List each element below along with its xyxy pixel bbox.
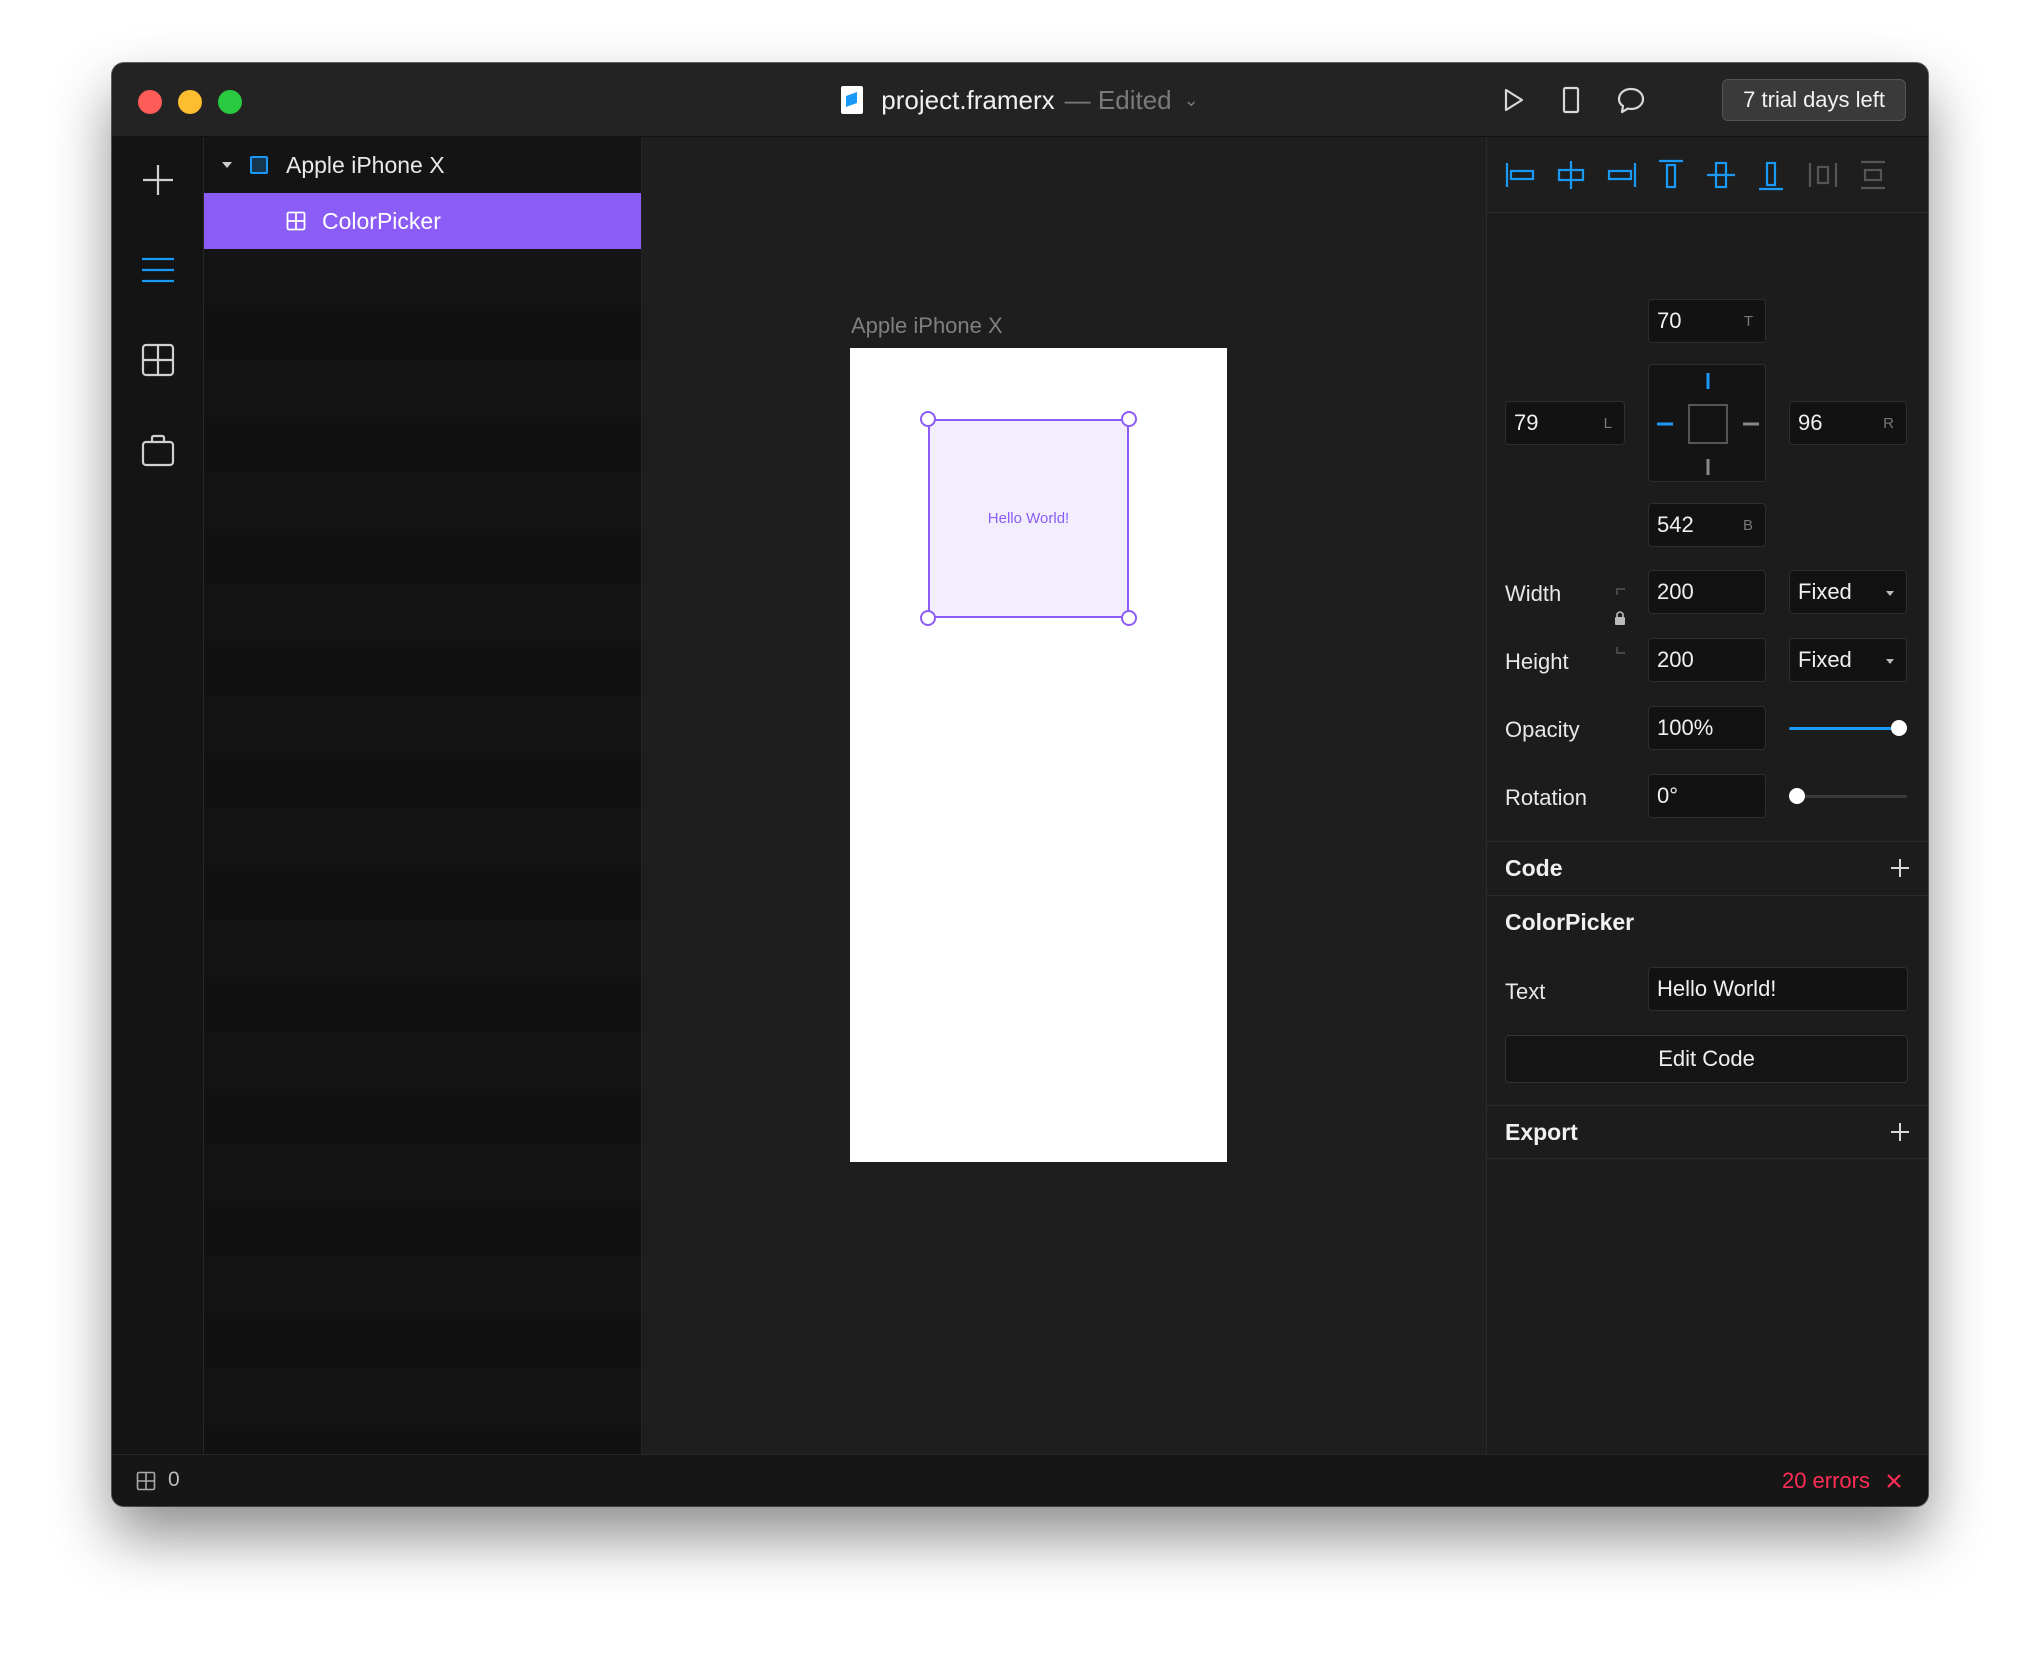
title-bar: project.framerx — Edited ⌄ 7 trial days …: [112, 63, 1928, 137]
component-section-title: ColorPicker: [1505, 909, 1635, 935]
resize-handle-bottom-left[interactable]: [920, 610, 936, 626]
right-field[interactable]: 96 R: [1789, 401, 1907, 445]
artboard-label[interactable]: Apple iPhone X: [851, 313, 1003, 339]
align-top-icon[interactable]: [1653, 157, 1689, 193]
artboard-iphone-x[interactable]: Hello World!: [850, 348, 1227, 1162]
top-field[interactable]: 70 T: [1648, 299, 1766, 343]
width-mode-select[interactable]: Fixed: [1789, 570, 1907, 614]
width-mode-value: Fixed: [1798, 579, 1852, 604]
file-name: project.framerx: [881, 84, 1055, 115]
chevron-down-icon: [1886, 659, 1894, 664]
layer-label: ColorPicker: [322, 207, 441, 234]
right-value: 96: [1798, 410, 1823, 435]
alignment-toolbar: [1487, 137, 1928, 213]
window-title[interactable]: project.framerx — Edited ⌄: [112, 63, 1928, 137]
code-section-header[interactable]: Code: [1487, 841, 1928, 895]
text-prop-value: Hello World!: [1657, 976, 1777, 1001]
component-text: Hello World!: [987, 510, 1070, 527]
resize-handle-top-right[interactable]: [1121, 411, 1137, 427]
top-suffix: T: [1743, 312, 1753, 330]
component-count: 0: [168, 1468, 180, 1491]
right-suffix: R: [1883, 414, 1894, 432]
code-section-title: Code: [1505, 855, 1563, 881]
trial-days-button[interactable]: 7 trial days left: [1722, 79, 1906, 121]
constraints-pins-icon[interactable]: [1649, 365, 1767, 483]
error-count[interactable]: 20 errors: [1782, 1468, 1870, 1494]
component-section-header: ColorPicker: [1487, 895, 1928, 949]
rotation-label: Rotation: [1505, 785, 1587, 810]
component-grid-icon: [136, 1471, 156, 1491]
rotation-slider-track: [1789, 795, 1907, 798]
rotation-field[interactable]: 0°: [1648, 774, 1766, 818]
components-icon[interactable]: [139, 341, 177, 379]
bottom-value: 542: [1657, 512, 1694, 537]
distribute-horizontal-icon[interactable]: [1805, 157, 1841, 193]
align-middle-vertical-icon[interactable]: [1703, 157, 1739, 193]
aspect-lock-icon[interactable]: [1613, 587, 1627, 655]
store-icon[interactable]: [139, 431, 177, 469]
document-icon: [841, 86, 864, 114]
colorpicker-component[interactable]: Hello World!: [920, 411, 1137, 626]
comment-icon[interactable]: [1616, 85, 1646, 115]
distribute-vertical-icon[interactable]: [1855, 157, 1891, 193]
align-right-icon[interactable]: [1603, 157, 1639, 193]
height-mode-value: Fixed: [1798, 647, 1852, 672]
width-field[interactable]: 200: [1648, 570, 1766, 614]
opacity-field[interactable]: 100%: [1648, 706, 1766, 750]
height-mode-select[interactable]: Fixed: [1789, 638, 1907, 682]
align-bottom-icon[interactable]: [1753, 157, 1789, 193]
align-center-horizontal-icon[interactable]: [1553, 157, 1589, 193]
edited-status: — Edited: [1064, 84, 1172, 115]
constraints-pin-box[interactable]: [1648, 364, 1766, 482]
resize-handle-top-left[interactable]: [920, 411, 936, 427]
export-section-title: Export: [1505, 1118, 1578, 1145]
width-label: Width: [1505, 581, 1562, 606]
opacity-value: 100%: [1657, 715, 1714, 740]
status-bar: 0 20 errors: [112, 1454, 1928, 1506]
text-prop-label: Text: [1505, 979, 1546, 1004]
resize-handle-bottom-right[interactable]: [1121, 610, 1137, 626]
disclosure-caret-icon[interactable]: [222, 162, 232, 168]
height-label: Height: [1505, 649, 1569, 674]
left-toolbar: [112, 137, 204, 1454]
layers-panel: Apple iPhone X ColorPicker: [204, 137, 642, 1454]
opacity-slider-knob[interactable]: [1891, 720, 1907, 736]
chevron-down-icon: ⌄: [1183, 89, 1199, 110]
play-icon[interactable]: [1498, 85, 1528, 115]
opacity-slider[interactable]: [1789, 719, 1907, 737]
edit-code-button[interactable]: Edit Code: [1505, 1035, 1908, 1083]
layer-row-component[interactable]: ColorPicker: [204, 193, 641, 249]
align-left-icon[interactable]: [1503, 157, 1539, 193]
rotation-value: 0°: [1657, 783, 1679, 808]
layers-icon[interactable]: [139, 251, 177, 289]
frame-icon: [250, 156, 268, 174]
height-value: 200: [1657, 647, 1694, 672]
app-window: project.framerx — Edited ⌄ 7 trial days …: [112, 63, 1928, 1506]
add-code-plus-icon[interactable]: [1890, 858, 1910, 878]
height-field[interactable]: 200: [1648, 638, 1766, 682]
properties-panel: 70 T 79 L 96 R 542 B Width 200 Fixed Hei…: [1486, 137, 1928, 1454]
left-suffix: L: [1603, 414, 1612, 432]
layer-label: Apple iPhone X: [286, 151, 445, 178]
component-grid-icon: [286, 211, 306, 231]
opacity-label: Opacity: [1505, 717, 1580, 742]
add-export-plus-icon[interactable]: [1890, 1122, 1910, 1142]
device-icon[interactable]: [1556, 85, 1586, 115]
text-prop-input[interactable]: Hello World!: [1648, 967, 1908, 1011]
width-value: 200: [1657, 579, 1694, 604]
rotation-slider-knob[interactable]: [1789, 788, 1805, 804]
canvas[interactable]: Apple iPhone X Hello World!: [643, 137, 1486, 1454]
bottom-suffix: B: [1742, 516, 1753, 534]
chevron-down-icon: [1886, 591, 1894, 596]
export-section-header[interactable]: Export: [1487, 1105, 1928, 1159]
left-value: 79: [1514, 410, 1539, 435]
left-field[interactable]: 79 L: [1505, 401, 1625, 445]
plus-icon[interactable]: [139, 161, 177, 199]
top-value: 70: [1657, 308, 1682, 333]
rotation-slider[interactable]: [1789, 787, 1907, 805]
close-icon[interactable]: [1884, 1471, 1904, 1491]
opacity-slider-fill: [1789, 727, 1899, 730]
bottom-field[interactable]: 542 B: [1648, 503, 1766, 547]
layer-row-frame[interactable]: Apple iPhone X: [204, 137, 641, 193]
